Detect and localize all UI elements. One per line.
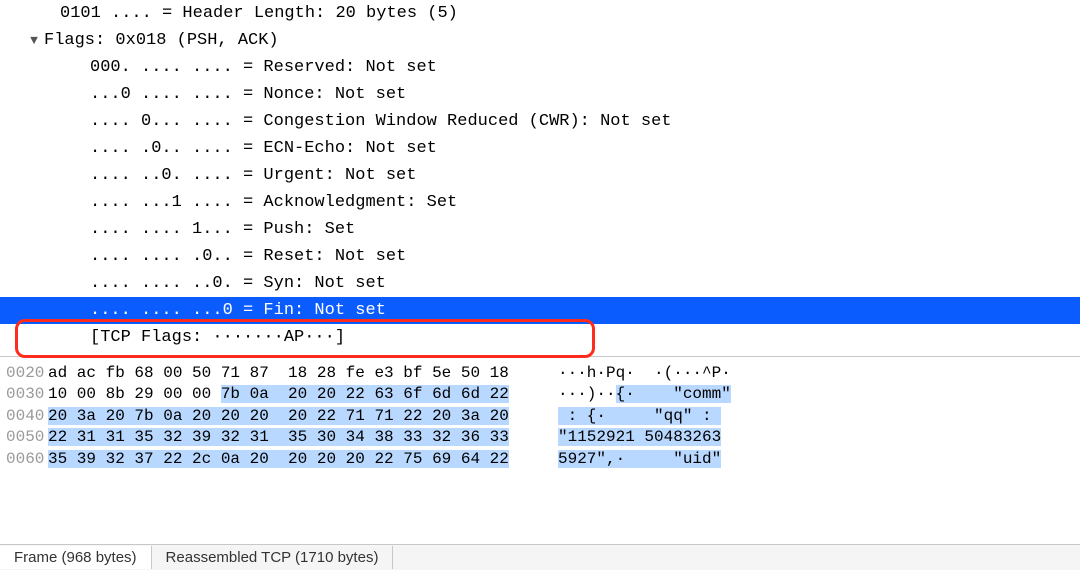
tab-frame[interactable]: Frame (968 bytes) <box>0 546 152 569</box>
tree-header-length[interactable]: 0101 .... = Header Length: 20 bytes (5) <box>0 0 1080 27</box>
tree-flags-header[interactable]: ▼Flags: 0x018 (PSH, ACK) <box>0 27 1080 54</box>
hex-offset: 0020 <box>0 363 48 384</box>
tree-flag-reset[interactable]: .... .... .0.. = Reset: Not set <box>0 243 1080 270</box>
hex-offset: 0060 <box>0 449 48 470</box>
hex-dump-pane[interactable]: 0020 ad ac fb 68 00 50 71 87 18 28 fe e3… <box>0 356 1080 470</box>
hex-row[interactable]: 0020 ad ac fb 68 00 50 71 87 18 28 fe e3… <box>0 363 1080 384</box>
hex-bytes[interactable]: 22 31 31 35 32 39 32 31 35 30 34 38 33 3… <box>48 427 548 448</box>
expand-arrow-icon[interactable]: ▼ <box>24 27 44 54</box>
hex-offset: 0030 <box>0 384 48 405</box>
tree-flag-push[interactable]: .... .... 1... = Push: Set <box>0 216 1080 243</box>
tree-flag-reserved[interactable]: 000. .... .... = Reserved: Not set <box>0 54 1080 81</box>
hex-row[interactable]: 0050 22 31 31 35 32 39 32 31 35 30 34 38… <box>0 427 1080 448</box>
hex-ascii: ···h·Pq· ·(···^P· <box>548 363 731 384</box>
tree-flag-nonce[interactable]: ...0 .... .... = Nonce: Not set <box>0 81 1080 108</box>
byte-view-tabs: Frame (968 bytes) Reassembled TCP (1710 … <box>0 544 1080 570</box>
hex-bytes[interactable]: 10 00 8b 29 00 00 7b 0a 20 20 22 63 6f 6… <box>48 384 548 405</box>
tree-flag-fin[interactable]: .... .... ...0 = Fin: Not set <box>0 297 1080 324</box>
tree-flag-ack[interactable]: .... ...1 .... = Acknowledgment: Set <box>0 189 1080 216</box>
hex-ascii: : {· "qq" : <box>548 406 721 427</box>
hex-bytes[interactable]: 35 39 32 37 22 2c 0a 20 20 20 20 22 75 6… <box>48 449 548 470</box>
hex-ascii: ···)··{· "comm" <box>548 384 731 405</box>
tree-flags-label: Flags: 0x018 (PSH, ACK) <box>44 31 279 50</box>
packet-details-tree[interactable]: 0101 .... = Header Length: 20 bytes (5) … <box>0 0 1080 351</box>
hex-offset: 0040 <box>0 406 48 427</box>
hex-bytes[interactable]: ad ac fb 68 00 50 71 87 18 28 fe e3 bf 5… <box>48 363 548 384</box>
tree-flag-syn[interactable]: .... .... ..0. = Syn: Not set <box>0 270 1080 297</box>
hex-bytes[interactable]: 20 3a 20 7b 0a 20 20 20 20 22 71 71 22 2… <box>48 406 548 427</box>
hex-row[interactable]: 0040 20 3a 20 7b 0a 20 20 20 20 22 71 71… <box>0 406 1080 427</box>
tree-tcp-flags-summary[interactable]: [TCP Flags: ·······AP···] <box>0 324 1080 351</box>
tab-reassembled-tcp[interactable]: Reassembled TCP (1710 bytes) <box>152 546 394 569</box>
hex-ascii: 5927",· "uid" <box>548 449 721 470</box>
tree-flag-ecn[interactable]: .... .0.. .... = ECN-Echo: Not set <box>0 135 1080 162</box>
tree-flag-cwr[interactable]: .... 0... .... = Congestion Window Reduc… <box>0 108 1080 135</box>
hex-ascii: "1152921 50483263 <box>548 427 721 448</box>
hex-row[interactable]: 0060 35 39 32 37 22 2c 0a 20 20 20 20 22… <box>0 449 1080 470</box>
hex-offset: 0050 <box>0 427 48 448</box>
tree-flag-urgent[interactable]: .... ..0. .... = Urgent: Not set <box>0 162 1080 189</box>
hex-row[interactable]: 0030 10 00 8b 29 00 00 7b 0a 20 20 22 63… <box>0 384 1080 405</box>
